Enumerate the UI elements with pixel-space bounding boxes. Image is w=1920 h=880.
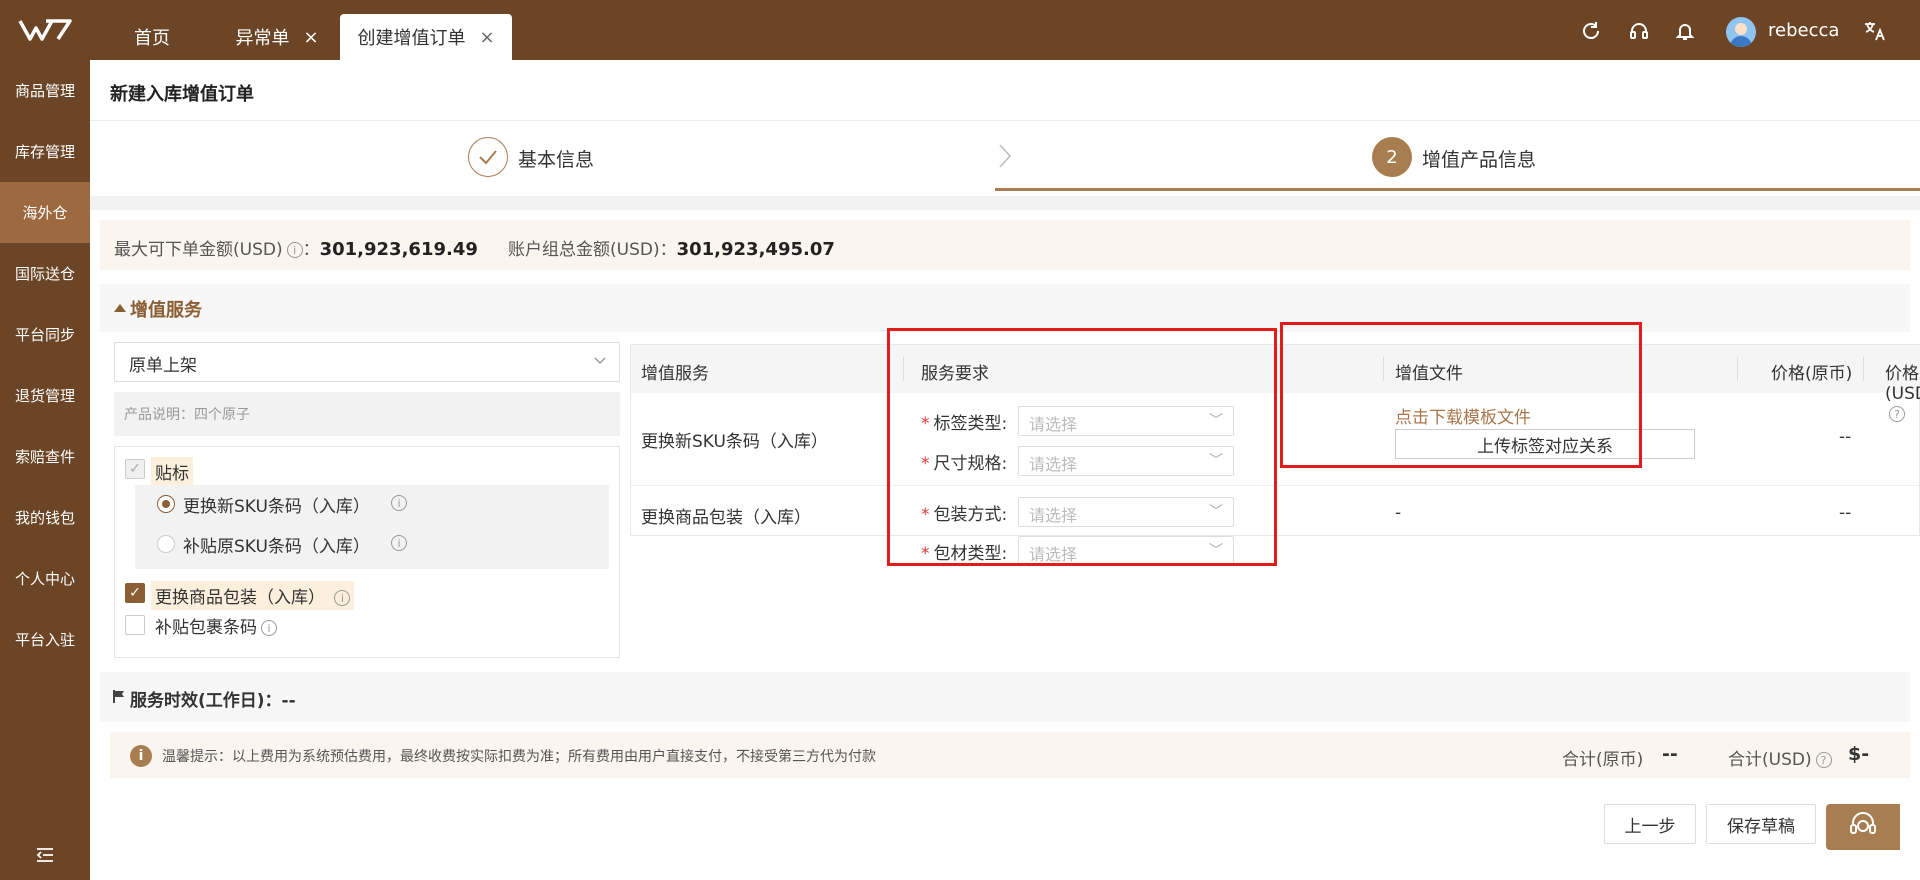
step-separator-chevron-icon	[998, 143, 1012, 173]
sidebar-item-overseas-warehouse[interactable]: 海外仓	[0, 182, 90, 243]
info-icon[interactable]: i	[286, 242, 303, 258]
translate-icon[interactable]	[1862, 18, 1888, 44]
total-original-value: --	[1662, 743, 1678, 765]
chevron-down-icon	[593, 353, 607, 372]
page-title: 新建入库增值订单	[110, 84, 254, 105]
service-options: ✓ 贴标 更换新SKU条码（入库） i 补贴原SKU条码（入库） i ✓ 更换商…	[114, 446, 620, 658]
tip-text: 温馨提示：以上费用为系统预估费用，最终收费按实际扣费为准；所有费用由用户直接支付…	[162, 749, 876, 765]
labeling-sub-options: 更换新SKU条码（入库） i 补贴原SKU条码（入库） i	[135, 485, 609, 569]
tab-create-vas-order[interactable]: 创建增值订单 ×	[340, 14, 512, 60]
service-selector-panel: 原单上架 产品说明：四个原子 ✓ 贴标 更换新SKU条码（入库） i 补贴原SK…	[114, 342, 620, 658]
repackage-checkbox[interactable]: ✓	[125, 583, 145, 603]
highlight-box-requirements	[887, 328, 1277, 566]
headset-icon[interactable]	[1626, 18, 1652, 44]
max-order-amount: 最大可下单金额(USD) i ：301,923,619.49	[114, 239, 478, 260]
active-step-underline	[995, 188, 1920, 191]
tab-label: 首页	[134, 28, 170, 49]
labeling-group-label: 贴标	[151, 457, 193, 486]
product-select-value: 原单上架	[129, 356, 197, 376]
divider	[90, 196, 1920, 210]
account-total-amount: 账户组总金额(USD)：301,923,495.07	[508, 239, 835, 260]
menu-collapse-icon[interactable]	[0, 840, 90, 870]
sidebar-item-platform-sync[interactable]: 平台同步	[0, 304, 90, 365]
sidebar: 商品管理 库存管理 海外仓 国际送仓 平台同步 退货管理 索赔查件 我的钱包 个…	[0, 60, 90, 880]
service-timeline: 服务时效(工作日)：--	[100, 672, 1910, 722]
section-title: 增值服务	[130, 300, 202, 321]
sidebar-item-platform-onboarding[interactable]: 平台入驻	[0, 609, 90, 670]
col-header-price-usd: 价格(USD)?	[1885, 364, 1920, 422]
collapse-caret-icon[interactable]	[114, 304, 126, 312]
info-icon[interactable]: i	[261, 620, 277, 636]
total-original-label: 合计(原币)	[1562, 750, 1644, 770]
step-label-basic-info: 基本信息	[518, 149, 595, 171]
total-usd-label: 合计(USD)?	[1728, 745, 1832, 770]
flag-icon	[112, 688, 126, 703]
bell-icon[interactable]	[1672, 18, 1698, 44]
account-total-label: 账户组总金额(USD)	[508, 240, 660, 260]
col-header-service: 增值服务	[641, 364, 709, 384]
row-service-name: 更换商品包装（入库）	[641, 508, 811, 528]
radio-replace-sku[interactable]	[157, 495, 175, 513]
tip-bar: i 温馨提示：以上费用为系统预估费用，最终收费按实际扣费为准；所有费用由用户直接…	[110, 732, 1910, 778]
account-total-value: 301,923,495.07	[676, 239, 835, 260]
highlight-box-file	[1280, 322, 1642, 468]
row-price-original: --	[1839, 427, 1852, 447]
col-header-price-original: 价格(原币)	[1771, 364, 1853, 384]
product-description: 产品说明：四个原子	[114, 392, 620, 436]
package-barcode-label[interactable]: 补贴包裹条码 i	[155, 613, 277, 638]
info-icon[interactable]: i	[334, 590, 351, 606]
balance-bar: 最大可下单金额(USD) i ：301,923,619.49 账户组总金额(USD)…	[100, 220, 1910, 270]
sidebar-item-wallet[interactable]: 我的钱包	[0, 487, 90, 548]
info-icon: i	[130, 745, 152, 767]
repackage-label[interactable]: 更换商品包装（入库） i	[151, 581, 355, 610]
sidebar-item-returns[interactable]: 退货管理	[0, 365, 90, 426]
sidebar-item-product-management[interactable]: 商品管理	[0, 60, 90, 121]
package-barcode-checkbox[interactable]	[125, 615, 145, 635]
sidebar-item-inventory[interactable]: 库存管理	[0, 121, 90, 182]
top-bar: 首页 异常单 × 创建增值订单 × rebecca	[0, 0, 1920, 60]
row-price-original: --	[1839, 503, 1852, 523]
sidebar-item-profile[interactable]: 个人中心	[0, 548, 90, 609]
row-file-empty: -	[1395, 503, 1402, 523]
total-usd-value: $-	[1848, 743, 1870, 765]
labeling-group-checkbox[interactable]: ✓	[125, 459, 145, 479]
radio-replace-sku-label[interactable]: 更换新SKU条码（入库）	[183, 492, 370, 517]
close-icon[interactable]: ×	[303, 27, 318, 48]
prev-step-button[interactable]: 上一步	[1604, 804, 1696, 844]
radio-relabel-sku-label[interactable]: 补贴原SKU条码（入库）	[183, 532, 370, 557]
close-icon[interactable]: ×	[479, 27, 494, 48]
info-icon[interactable]: ?	[1815, 752, 1832, 768]
save-draft-button[interactable]: 保存草稿	[1706, 804, 1816, 844]
step-done-check-icon	[468, 137, 508, 177]
max-order-value: 301,923,619.49	[319, 239, 478, 260]
tab-exception-orders[interactable]: 异常单 ×	[222, 14, 332, 60]
max-order-label: 最大可下单金额(USD)	[114, 240, 283, 260]
app-logo[interactable]	[0, 0, 90, 60]
refresh-icon[interactable]	[1578, 18, 1604, 44]
product-description-text: 产品说明：四个原子	[124, 407, 250, 423]
main-content: 新建入库增值订单 基本信息 2 增值产品信息 最大可下单金额(USD) i ：301…	[90, 60, 1920, 880]
customer-service-button[interactable]	[1826, 804, 1900, 850]
avatar[interactable]	[1726, 17, 1756, 47]
info-icon[interactable]: i	[391, 535, 407, 551]
step-label-vas-products: 增值产品信息	[1422, 149, 1537, 171]
radio-relabel-sku[interactable]	[157, 535, 175, 553]
row-service-name: 更换新SKU条码（入库）	[641, 432, 828, 452]
sidebar-item-intl-delivery[interactable]: 国际送仓	[0, 243, 90, 304]
step-indicator: 基本信息 2 增值产品信息	[90, 121, 1920, 196]
step-number-2: 2	[1372, 137, 1412, 177]
info-icon[interactable]: i	[391, 495, 407, 511]
info-icon[interactable]: ?	[1889, 406, 1905, 422]
service-timeline-label: 服务时效(工作日)：--	[130, 691, 296, 711]
tab-label: 异常单	[235, 28, 290, 49]
tab-home[interactable]: 首页	[112, 14, 192, 60]
tab-label: 创建增值订单	[357, 28, 466, 49]
sidebar-item-claims[interactable]: 索赔查件	[0, 426, 90, 487]
product-select[interactable]: 原单上架	[114, 342, 620, 382]
username[interactable]: rebecca	[1768, 20, 1839, 41]
customer-service-icon	[1847, 810, 1879, 844]
